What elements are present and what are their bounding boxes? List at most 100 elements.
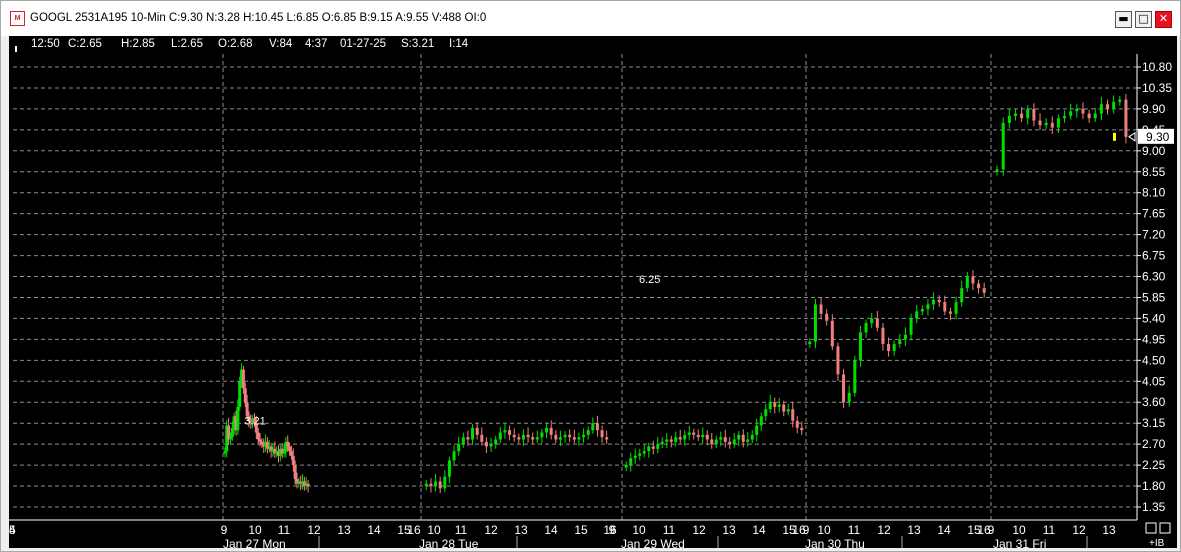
y-tick-label: 4.05 [1142, 374, 1166, 388]
candle-body [526, 434, 530, 438]
maximize-button[interactable]: □ [1135, 11, 1152, 28]
candle-body [568, 434, 572, 438]
chart-window: M GOOGL 2531A195 10-Min C:9.30 N:3.28 H:… [0, 0, 1181, 552]
candle-body [800, 427, 804, 431]
candle-body [545, 427, 549, 433]
y-tick-label: 8.10 [1142, 186, 1166, 200]
candle-body [795, 420, 799, 428]
x-hour-label: 11 [455, 523, 468, 537]
candle-body [737, 434, 741, 440]
candle-body [909, 318, 913, 335]
candle-body [954, 302, 958, 314]
y-tick-label: 7.65 [1142, 207, 1166, 221]
candle-body [768, 402, 772, 410]
candle-body [842, 374, 846, 403]
candle-body [258, 439, 262, 442]
candle-body [452, 451, 456, 461]
x-hour-label: 14 [544, 523, 558, 537]
candle-body [714, 439, 718, 445]
candle-body [674, 437, 678, 442]
x-hour-label: 14 [937, 523, 951, 537]
candle-body [629, 458, 633, 466]
candle-body [759, 416, 763, 426]
candle-body [692, 432, 696, 435]
title-bar[interactable]: M GOOGL 2531A195 10-Min C:9.30 N:3.28 H:… [1, 1, 1180, 36]
x-hour-label: 11 [663, 523, 676, 537]
last-price-label: 9.30 [1146, 130, 1170, 144]
candle-body [665, 439, 669, 442]
candle-body [977, 283, 981, 289]
candlestick-chart[interactable]: 10.8010.359.909.459.008.558.107.657.206.… [9, 36, 1177, 548]
candle-body [764, 409, 768, 417]
candle-body [687, 432, 691, 435]
candle-body [1026, 108, 1030, 119]
candle-body [289, 451, 293, 456]
candle-body [633, 455, 637, 459]
candle-body [517, 437, 521, 440]
candle-body [577, 437, 581, 440]
candle-body [535, 437, 539, 440]
candle-body [723, 437, 727, 442]
candle-body [732, 439, 736, 445]
candle-body [572, 437, 576, 440]
candle-body [638, 453, 642, 456]
candle-body [864, 323, 868, 333]
y-tick-label: 2.25 [1142, 458, 1166, 472]
chart-app-icon[interactable]: M [10, 11, 25, 26]
x-day-label: Jan 27 Mon [223, 537, 286, 548]
candle-body [1112, 101, 1116, 109]
x-hour-label: 13 [337, 523, 351, 537]
candle-body [286, 441, 290, 447]
candle-body [540, 432, 544, 438]
minimize-button[interactable]: ▬ [1115, 11, 1132, 28]
x-hour-label: 10 [817, 523, 831, 537]
candle-body [696, 434, 700, 438]
candle-body [1038, 120, 1042, 126]
x-hour-label: 9 [221, 523, 228, 537]
candle-body [1032, 108, 1036, 121]
candle-body [554, 434, 558, 440]
y-tick-label: 3.60 [1142, 395, 1166, 409]
candle-body [243, 388, 247, 403]
candle-body [489, 444, 493, 447]
candle-body [656, 444, 660, 449]
candle-body [591, 423, 595, 431]
x-day-label: Jan 28 Tue [419, 537, 479, 548]
candle-body [595, 423, 599, 431]
chart-area[interactable]: 12:50 C:2.65 H:2.85 L:2.65 O:2.68 V:84 4… [9, 36, 1177, 548]
candle-body [755, 425, 759, 435]
x-hour-label: 11 [278, 523, 291, 537]
candle-body [660, 441, 664, 445]
candle-body [443, 476, 447, 489]
candle-body [719, 437, 723, 440]
scroll-box-icon [1145, 522, 1157, 534]
candle-body [960, 288, 964, 303]
x-hour-label: 12 [1072, 523, 1086, 537]
candle-body [503, 430, 507, 433]
candle-body [461, 437, 465, 445]
candle-body [434, 481, 438, 487]
candle-body [836, 346, 840, 375]
y-tick-label: 4.50 [1142, 353, 1166, 367]
candle-body [1020, 113, 1024, 119]
x-hour-label: 14 [752, 523, 766, 537]
candle-body [521, 434, 525, 440]
candle-body [932, 299, 936, 305]
candle-body [223, 451, 227, 454]
x-hour-label: 12 [307, 523, 321, 537]
x-hour-label: 13 [1102, 523, 1116, 537]
candle-body [898, 339, 902, 345]
candle-body [429, 483, 433, 487]
candle-body [773, 402, 777, 407]
candle-body [1081, 108, 1085, 114]
candle-body [600, 430, 604, 438]
candle-body [825, 313, 829, 321]
candle-body [647, 446, 651, 452]
candle-body [651, 446, 655, 449]
candle-body [786, 409, 790, 412]
candle-body [858, 332, 862, 361]
candle-body [508, 430, 512, 435]
candle-body [1050, 122, 1054, 128]
candle-body [915, 311, 919, 319]
close-button[interactable]: ✕ [1155, 11, 1172, 28]
